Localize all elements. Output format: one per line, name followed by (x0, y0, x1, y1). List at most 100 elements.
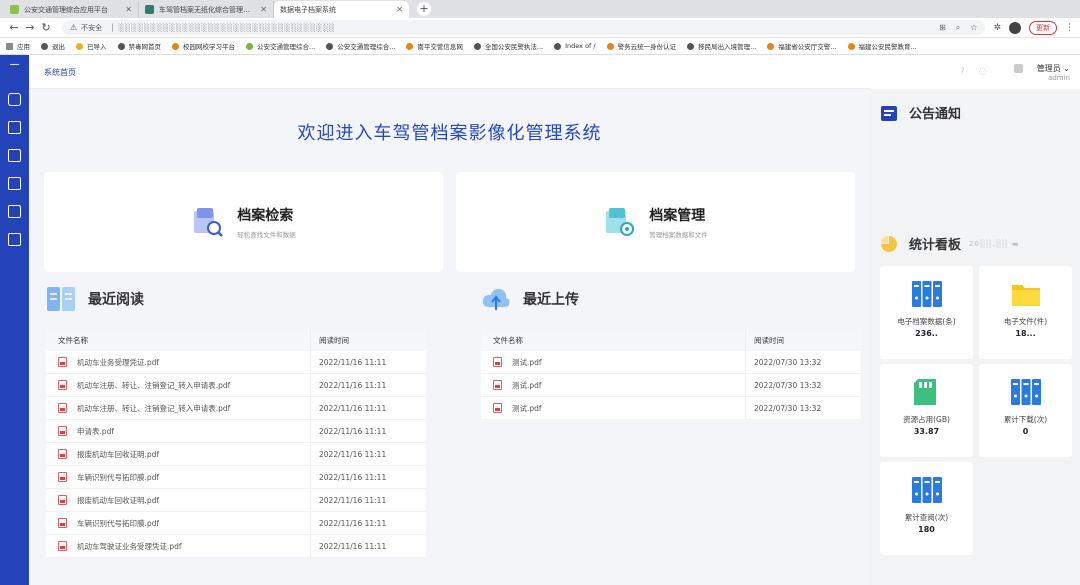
table-row[interactable]: 申请表.pdf 2022/11/16 11:11 (46, 420, 426, 443)
bookmark-item[interactable]: 警务云统一身份认证 (606, 41, 676, 51)
file-name[interactable]: 测试.pdf (512, 380, 542, 391)
close-icon[interactable]: ✕ (125, 5, 132, 14)
sidebar-item-book[interactable] (0, 141, 29, 169)
bookmark-item[interactable]: 校园网校学习平台 (172, 41, 235, 51)
translate-icon[interactable]: ⊞ (939, 23, 946, 33)
bookmark-item[interactable]: 移民局出入境管理... (687, 41, 756, 51)
stat-card[interactable]: 累计下载(次) 0 (979, 364, 1072, 457)
table-row[interactable]: 测试.pdf 2022/07/30 13:32 (481, 351, 861, 374)
file-name[interactable]: 申请表.pdf (77, 426, 114, 437)
table-row[interactable]: 机动车注册、转让、注销登记_转入申请表.pdf 2022/11/16 11:11 (46, 374, 426, 397)
table-row[interactable]: 机动车注册、转让、注销登记_转入申请表.pdf 2022/11/16 11:11 (46, 397, 426, 420)
file-name[interactable]: 机动车注册、转让、注销登记_转入申请表.pdf (77, 380, 230, 391)
sidebar-item-calendar[interactable] (0, 225, 29, 253)
stat-card[interactable]: 电子档案数据(条) 236.. (880, 266, 973, 359)
breadcrumb[interactable]: 系统首页 (44, 67, 76, 78)
file-name-cell: 机动车驾驶证业务受理凭证.pdf (46, 535, 310, 557)
table-header: 文件名称 阅读时间 (46, 329, 426, 351)
pdf-file-icon (58, 380, 67, 390)
bookmark-item[interactable]: 全国公安民警执法... (473, 41, 543, 51)
star-icon[interactable]: ☆ (970, 23, 977, 33)
file-name[interactable]: 测试.pdf (512, 357, 542, 368)
bookmark-item[interactable]: 公安交通管理综合... (326, 41, 395, 51)
file-name[interactable]: 机动车驾驶证业务受理凭证.pdf (77, 541, 182, 552)
stat-card[interactable]: 电子文件(件) 18... (979, 266, 1072, 359)
browser-tab-2[interactable]: 车驾管档案无纸化综合管理系统 ✕ (139, 1, 274, 18)
file-name[interactable]: 车辆识别代号拓印膜.pdf (77, 518, 159, 529)
sidebar-item-archive[interactable] (0, 113, 29, 141)
bookmark-item[interactable]: 公安交通管理综合... (246, 41, 315, 51)
file-name-cell: 车辆识别代号拓印膜.pdf (46, 512, 310, 534)
new-tab-button[interactable]: + (417, 2, 431, 16)
table-row[interactable]: 车辆识别代号拓印膜.pdf 2022/11/16 11:11 (46, 466, 426, 489)
table-row[interactable]: 机动车业务受理凭证.pdf 2022/11/16 11:11 (46, 351, 426, 374)
archive-search-card[interactable]: 档案检索 轻松查找文件和数据 (44, 172, 443, 272)
browser-tab-3[interactable]: 数据电子档案系统 ✕ (274, 1, 409, 18)
file-name-cell: 机动车注册、转让、注销登记_转入申请表.pdf (46, 374, 310, 396)
col-read-time: 阅读时间 (745, 329, 861, 351)
bookmark-item[interactable]: 福建公安民警教育... (847, 41, 917, 51)
stats-heading: 统计看板 20░░.░░ ▬ (880, 234, 1020, 253)
file-name-cell: 测试.pdf (481, 397, 745, 419)
bookmark-item[interactable]: 已导入 (76, 41, 107, 51)
read-time: 2022/11/16 11:11 (310, 397, 426, 419)
table-row[interactable]: 报废机动车回收证明.pdf 2022/11/16 11:11 (46, 443, 426, 466)
user-menu[interactable]: 管理员 ⌄ admin (1013, 63, 1070, 82)
close-icon[interactable]: ✕ (260, 5, 267, 14)
archive-icon (8, 120, 21, 134)
bookmark-item[interactable]: 福建省公安厅交警... (767, 41, 837, 51)
forward-icon[interactable]: → (22, 21, 38, 34)
file-name[interactable]: 测试.pdf (512, 403, 542, 414)
browser-tab-1[interactable]: 公安交通管理综合应用平台 ✕ (4, 1, 139, 18)
file-name[interactable]: 机动车业务受理凭证.pdf (77, 357, 159, 368)
bookmark-item[interactable]: 禁毒网首页 (117, 41, 161, 51)
read-time: 2022/07/30 13:32 (745, 397, 861, 419)
sidebar-item-building[interactable] (0, 169, 29, 197)
bookmark-icon (172, 42, 179, 50)
card-title: 档案检索 (237, 208, 294, 224)
bookmark-item[interactable]: 南平交管信息网 (406, 41, 463, 51)
bell-icon[interactable]: ◌ (979, 67, 987, 77)
update-button[interactable]: 更新 (1029, 20, 1057, 35)
file-name-cell: 机动车业务受理凭证.pdf (46, 351, 310, 373)
sidebar-item-home[interactable] (0, 85, 29, 113)
table-row[interactable]: 车辆识别代号拓印膜.pdf 2022/11/16 11:11 (46, 512, 426, 535)
stat-value: 180 (918, 525, 935, 534)
sidebar-item-monitor[interactable] (0, 197, 29, 225)
file-name-cell: 机动车注册、转让、注销登记_转入申请表.pdf (46, 397, 310, 419)
stat-card[interactable]: 累计查阅(次) 180 (880, 462, 973, 555)
file-name[interactable]: 机动车注册、转让、注销登记_转入申请表.pdf (77, 403, 230, 414)
table-row[interactable]: 测试.pdf 2022/07/30 13:32 (481, 397, 861, 420)
help-icon[interactable]: ? (960, 67, 965, 77)
table-row[interactable]: 机动车驾驶证业务受理凭证.pdf 2022/11/16 11:11 (46, 535, 426, 558)
bookmark-icon (473, 42, 481, 50)
bookmark-label: 移民局出入境管理... (698, 43, 757, 51)
file-name[interactable]: 报废机动车回收证明.pdf (77, 449, 159, 460)
back-icon[interactable]: ← (6, 21, 22, 34)
pdf-file-icon (58, 472, 67, 482)
table-row[interactable]: 测试.pdf 2022/07/30 13:32 (481, 374, 861, 397)
address-bar[interactable]: ⚠ 不安全 │ ░░░░░░░░░░░░░░░░░░░░░░░░░░░░░░░░… (62, 20, 986, 35)
reload-icon[interactable]: ↻ (38, 21, 54, 34)
profile-avatar-icon[interactable] (1009, 21, 1021, 34)
table-row[interactable]: 报废机动车回收证明.pdf 2022/11/16 11:11 (46, 489, 426, 512)
stat-value: 0 (1022, 427, 1029, 436)
security-label: 不安全 (81, 23, 103, 32)
file-name[interactable]: 车辆识别代号拓印膜.pdf (77, 472, 159, 483)
extensions-icon[interactable]: ✲ (993, 23, 1001, 33)
menu-icon[interactable]: ⋮ (1065, 23, 1074, 33)
file-name[interactable]: 报废机动车回收证明.pdf (77, 495, 159, 506)
bookmark-icon (326, 42, 334, 50)
zoom-icon[interactable]: ⌕ (956, 23, 960, 33)
archive-manage-card[interactable]: 档案管理 管理档案数据和文件 (456, 172, 855, 272)
close-icon[interactable]: ✕ (396, 5, 403, 14)
recent-upload-heading: 最近上传 (481, 285, 579, 313)
bookmark-item[interactable]: Index of / (554, 42, 596, 50)
bookmark-item[interactable]: 应用 (6, 41, 30, 51)
bookmark-item[interactable]: 退出 (41, 41, 65, 51)
stat-card[interactable]: 资源占用(GB) 33.87 (880, 364, 973, 457)
bookmark-label: 公安交通管理综合... (257, 43, 316, 51)
bookmark-label: 南平交管信息网 (417, 43, 463, 51)
card-subtitle: 管理档案数据和文件 (649, 231, 708, 239)
file-name-cell: 报废机动车回收证明.pdf (46, 443, 310, 465)
